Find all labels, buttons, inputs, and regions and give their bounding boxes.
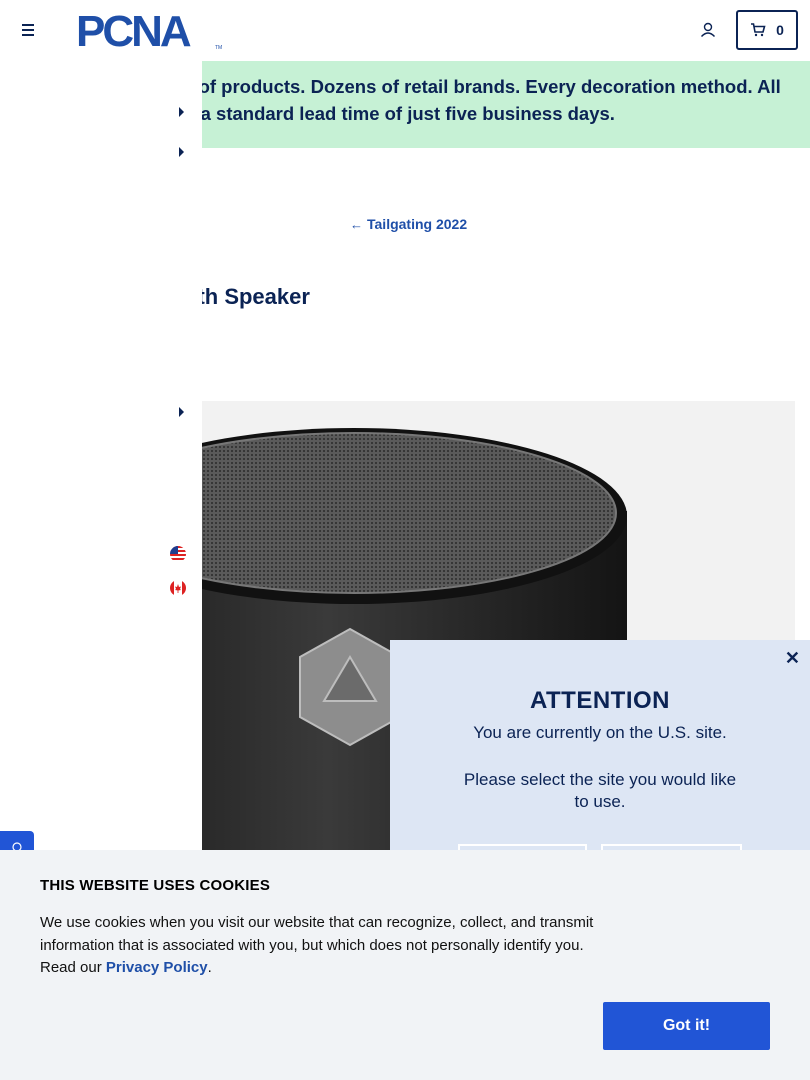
arrow-left-icon: ← bbox=[350, 217, 363, 232]
back-link-label: Tailgating 2022 bbox=[367, 216, 468, 232]
accept-cookies-button[interactable]: Got it! bbox=[603, 1002, 770, 1050]
canada-flag-icon[interactable] bbox=[170, 580, 186, 596]
account-icon[interactable] bbox=[698, 20, 718, 40]
drawer-expand-caret-icon[interactable] bbox=[179, 407, 184, 417]
modal-instruction-text: Please select the site you would like to… bbox=[463, 770, 737, 811]
hamburger-menu-icon[interactable] bbox=[18, 20, 38, 40]
promo-line-1: ls of products. Dozens of retail brands.… bbox=[184, 76, 781, 97]
pcna-logo[interactable]: PCNA TM bbox=[76, 10, 226, 52]
cookie-period: . bbox=[207, 959, 212, 976]
cart-count: 0 bbox=[776, 22, 784, 38]
modal-current-site-text: You are currently on the U.S. site. bbox=[473, 723, 727, 742]
close-icon[interactable]: ✕ bbox=[785, 648, 800, 669]
cookie-text: We use cookies when you visit our websit… bbox=[40, 912, 600, 980]
drawer-expand-caret-icon[interactable] bbox=[179, 147, 184, 157]
privacy-policy-link[interactable]: Privacy Policy bbox=[106, 959, 208, 976]
us-flag-icon[interactable] bbox=[170, 546, 186, 562]
back-to-collection-link[interactable]: ← Tailgating 2022 bbox=[350, 216, 467, 232]
logo-text: PCNA bbox=[76, 10, 191, 52]
page: ls of products. Dozens of retail brands.… bbox=[0, 0, 810, 1080]
product-title: oth Speaker bbox=[184, 284, 310, 309]
cart-icon bbox=[751, 23, 766, 37]
logo-tm: TM bbox=[215, 45, 222, 51]
cookie-title: THIS WEBSITE USES COOKIES bbox=[40, 877, 271, 894]
promo-banner: ls of products. Dozens of retail brands.… bbox=[184, 61, 810, 148]
modal-title: ATTENTION bbox=[529, 687, 671, 714]
drawer-expand-caret-icon[interactable] bbox=[179, 107, 184, 117]
cart-button[interactable]: 0 bbox=[736, 10, 798, 50]
promo-line-2: th a standard lead time of just five bus… bbox=[184, 103, 615, 124]
site-header: PCNA TM 0 bbox=[0, 0, 810, 61]
cookie-banner: THIS WEBSITE USES COOKIES We use cookies… bbox=[0, 850, 810, 1080]
